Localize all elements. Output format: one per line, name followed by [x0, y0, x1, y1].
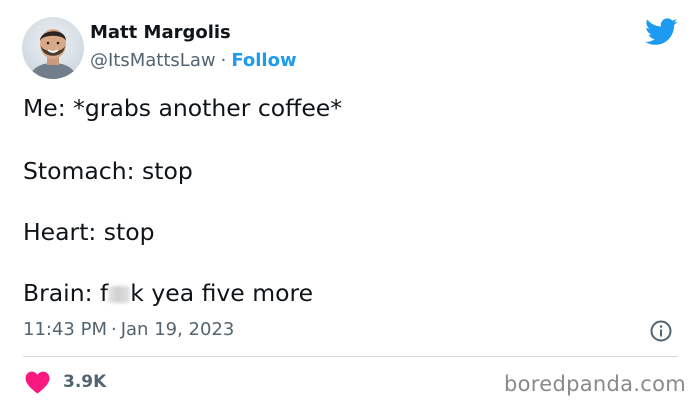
- tweet-text-prefix: Brain: f: [23, 279, 109, 307]
- tweet-timestamp[interactable]: 11:43 PM · Jan 19, 2023: [23, 319, 234, 340]
- tweet-text-line-censored: Brain: f k yea five more: [23, 278, 313, 308]
- tweet-text-line: Heart: stop: [23, 218, 155, 246]
- info-icon[interactable]: [649, 319, 673, 343]
- author-handle[interactable]: @ItsMattsLaw: [90, 50, 216, 71]
- author-name[interactable]: Matt Margolis: [90, 22, 231, 43]
- avatar[interactable]: [22, 17, 84, 79]
- tweet-text-line: Stomach: stop: [23, 157, 193, 185]
- tweet-date: Jan 19, 2023: [120, 319, 235, 340]
- like-count[interactable]: 3.9K: [63, 372, 106, 392]
- divider: [23, 356, 678, 357]
- twitter-bird-icon[interactable]: [645, 18, 678, 46]
- follow-button[interactable]: Follow: [231, 50, 296, 71]
- censor-blur: [108, 286, 131, 303]
- heart-icon[interactable]: [25, 371, 50, 394]
- tweet-time: 11:43 PM: [23, 319, 107, 340]
- watermark: boredpanda.com: [504, 372, 687, 396]
- separator-dot: ·: [110, 319, 117, 340]
- tweet-card: Matt Margolis @ItsMattsLaw · Follow Me: *g…: [0, 0, 700, 410]
- separator-dot: ·: [220, 50, 227, 71]
- tweet-text-line: Me: *grabs another coffee*: [23, 94, 343, 122]
- tweet-text-suffix: k yea five more: [130, 279, 314, 307]
- author-meta-row: @ItsMattsLaw · Follow: [90, 50, 297, 71]
